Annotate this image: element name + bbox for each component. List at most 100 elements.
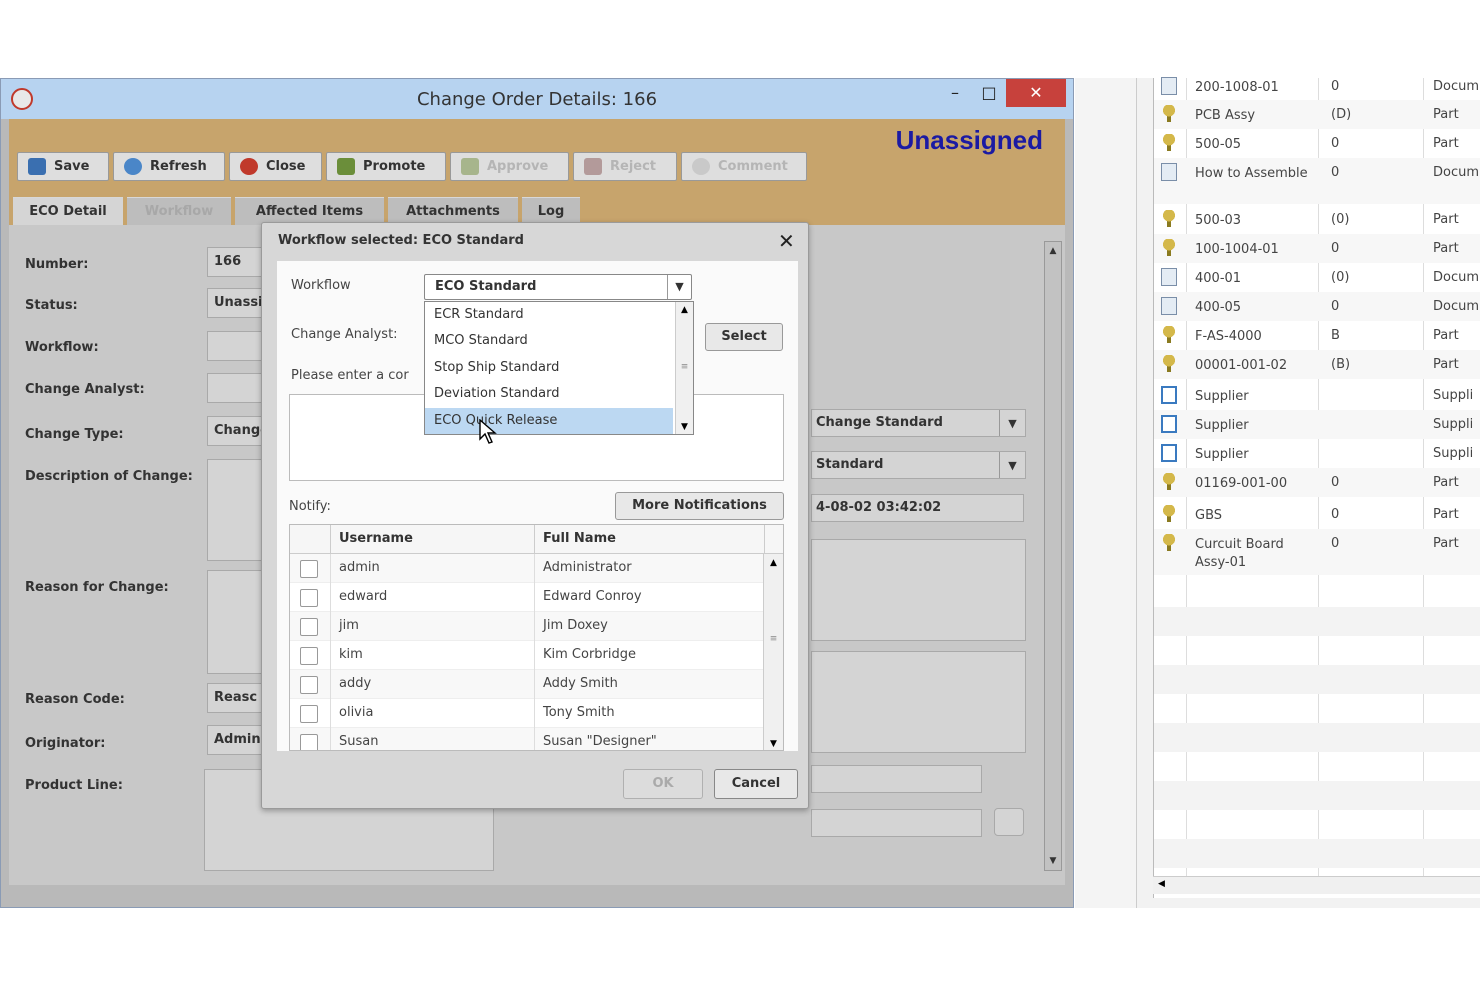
table-row[interactable]: Susan Susan "Designer" — [290, 728, 764, 750]
status-field[interactable]: Unassi — [207, 288, 267, 318]
right-field-4[interactable] — [811, 809, 982, 837]
date-field[interactable]: 4-08-02 03:42:02 — [811, 494, 1024, 522]
cancel-button[interactable]: Cancel — [714, 769, 798, 799]
select-analyst-button[interactable]: Select — [705, 323, 783, 351]
notify-checkbox[interactable] — [300, 705, 318, 723]
scroll-up-icon[interactable]: ▲ — [1045, 246, 1061, 256]
table-row[interactable]: olivia Tony Smith — [290, 699, 764, 728]
minimize-button[interactable]: – — [938, 79, 972, 107]
list-item[interactable]: PCB Assy (D) Part — [1154, 100, 1480, 129]
list-item[interactable]: 500-03 (0) Part — [1154, 205, 1480, 234]
change-analyst-field[interactable] — [207, 373, 267, 403]
scroll-down-icon[interactable]: ▼ — [676, 422, 693, 432]
item-type: Part — [1433, 212, 1459, 227]
more-notifications-button[interactable]: More Notifications — [615, 492, 784, 520]
tab-attachments[interactable]: Attachments — [388, 197, 518, 225]
list-item[interactable]: 01169-001-00 0 Part — [1154, 468, 1480, 497]
notify-checkbox[interactable] — [300, 734, 318, 750]
reason-field[interactable] — [207, 570, 267, 674]
list-item[interactable]: GBS 0 Part — [1154, 500, 1480, 529]
comment-icon — [692, 158, 710, 175]
dropdown-scrollbar[interactable]: ▲ ≡ ▼ — [675, 302, 693, 434]
table-scrollbar[interactable]: ▲ ≡ ▼ — [763, 554, 783, 750]
reject-button[interactable]: Reject — [573, 152, 677, 181]
list-item[interactable]: Curcuit Board Assy-01 0 Part — [1154, 529, 1480, 575]
promote-button[interactable]: Promote — [326, 152, 446, 181]
list-item[interactable]: F-AS-4000 B Part — [1154, 321, 1480, 350]
item-rev: 0 — [1331, 507, 1340, 522]
workflow-option-highlighted[interactable]: ECO Quick Release — [425, 408, 673, 434]
comment-button[interactable]: Comment — [681, 152, 807, 181]
horizontal-scrollbar[interactable]: ◀ — [1153, 876, 1480, 894]
workflow-select[interactable]: ECO Standard ▼ — [424, 274, 692, 300]
list-item[interactable]: Supplier Suppli — [1154, 410, 1480, 439]
maximize-button[interactable]: □ — [972, 79, 1006, 107]
table-row[interactable]: kim Kim Corbridge — [290, 641, 764, 670]
number-field[interactable]: 166 — [207, 247, 267, 277]
empty-row — [1154, 694, 1480, 723]
list-item[interactable]: 100-1004-01 0 Part — [1154, 234, 1480, 263]
chevron-down-icon: ▼ — [999, 452, 1025, 478]
notify-checkbox[interactable] — [300, 589, 318, 607]
reason-code-field[interactable]: Reasc — [207, 683, 267, 713]
originator-field[interactable]: Admin — [207, 725, 267, 755]
list-item[interactable]: Supplier Suppli — [1154, 381, 1480, 410]
workflow-option[interactable]: MCO Standard — [425, 328, 673, 354]
right-field-3[interactable] — [811, 765, 982, 793]
scroll-down-icon[interactable]: ▼ — [1045, 856, 1061, 866]
right-text-area-2[interactable] — [811, 651, 1026, 753]
table-row[interactable]: edward Edward Conroy — [290, 583, 764, 612]
change-category-select[interactable]: Change Standard ▼ — [811, 409, 1026, 437]
document-icon — [1161, 163, 1177, 181]
item-name: Supplier — [1195, 389, 1249, 404]
scroll-thumb[interactable]: ≡ — [764, 634, 783, 644]
workflow-option[interactable]: ECR Standard — [425, 302, 673, 328]
scroll-up-icon[interactable]: ▲ — [764, 558, 783, 568]
right-text-area-1[interactable] — [811, 539, 1026, 641]
tab-workflow[interactable]: Workflow — [127, 197, 231, 225]
close-window-button[interactable]: ✕ — [1006, 79, 1066, 107]
list-item[interactable]: 400-01 (0) Docum — [1154, 263, 1480, 292]
tab-log[interactable]: Log — [522, 197, 580, 225]
refresh-button[interactable]: Refresh — [113, 152, 225, 181]
workflow-field[interactable] — [207, 331, 267, 361]
lookup-button[interactable] — [994, 808, 1024, 836]
list-item[interactable]: 500-05 0 Part — [1154, 129, 1480, 158]
detail-scrollbar[interactable]: ▲ ▼ — [1044, 241, 1062, 871]
scroll-thumb[interactable]: ≡ — [676, 362, 693, 372]
notify-checkbox[interactable] — [300, 647, 318, 665]
save-button[interactable]: Save — [17, 152, 109, 181]
list-item[interactable]: How to Assemble 0 Docum — [1154, 158, 1480, 204]
username-header[interactable]: Username — [331, 525, 535, 554]
workflow-option[interactable]: Deviation Standard — [425, 381, 673, 407]
change-type-field[interactable]: Change — [207, 416, 267, 446]
workflow-option[interactable]: Stop Ship Standard — [425, 355, 673, 381]
scroll-up-icon[interactable]: ▲ — [676, 305, 693, 315]
standard-select[interactable]: Standard ▼ — [811, 451, 1026, 479]
list-item[interactable]: 200-1008-01 0 Docum — [1154, 72, 1480, 96]
notify-checkbox[interactable] — [300, 676, 318, 694]
approve-button[interactable]: Approve — [450, 152, 569, 181]
notify-checkbox[interactable] — [300, 618, 318, 636]
table-row[interactable]: admin Administrator — [290, 554, 764, 583]
notify-checkbox[interactable] — [300, 560, 318, 578]
ok-button[interactable]: OK — [623, 769, 703, 799]
list-item[interactable]: 400-05 0 Docum — [1154, 292, 1480, 321]
list-item[interactable]: 00001-001-02 (B) Part — [1154, 350, 1480, 379]
description-label: Description of Change: — [25, 469, 193, 484]
list-item[interactable]: Supplier Suppli — [1154, 439, 1480, 468]
scroll-header — [765, 525, 783, 554]
item-name: Supplier — [1195, 418, 1249, 433]
table-row[interactable]: addy Addy Smith — [290, 670, 764, 699]
chevron-down-icon: ▼ — [667, 275, 691, 299]
close-icon[interactable]: ✕ — [778, 229, 795, 253]
full-name-header[interactable]: Full Name — [535, 525, 765, 554]
close-button[interactable]: Close — [229, 152, 322, 181]
scroll-left-icon[interactable]: ◀ — [1158, 879, 1165, 889]
description-field[interactable] — [207, 459, 267, 561]
scroll-down-icon[interactable]: ▼ — [764, 739, 783, 749]
tab-eco-detail[interactable]: ECO Detail — [13, 197, 123, 225]
table-row[interactable]: jim Jim Doxey — [290, 612, 764, 641]
supplier-icon — [1161, 386, 1177, 404]
tab-affected-items[interactable]: Affected Items — [235, 197, 384, 225]
